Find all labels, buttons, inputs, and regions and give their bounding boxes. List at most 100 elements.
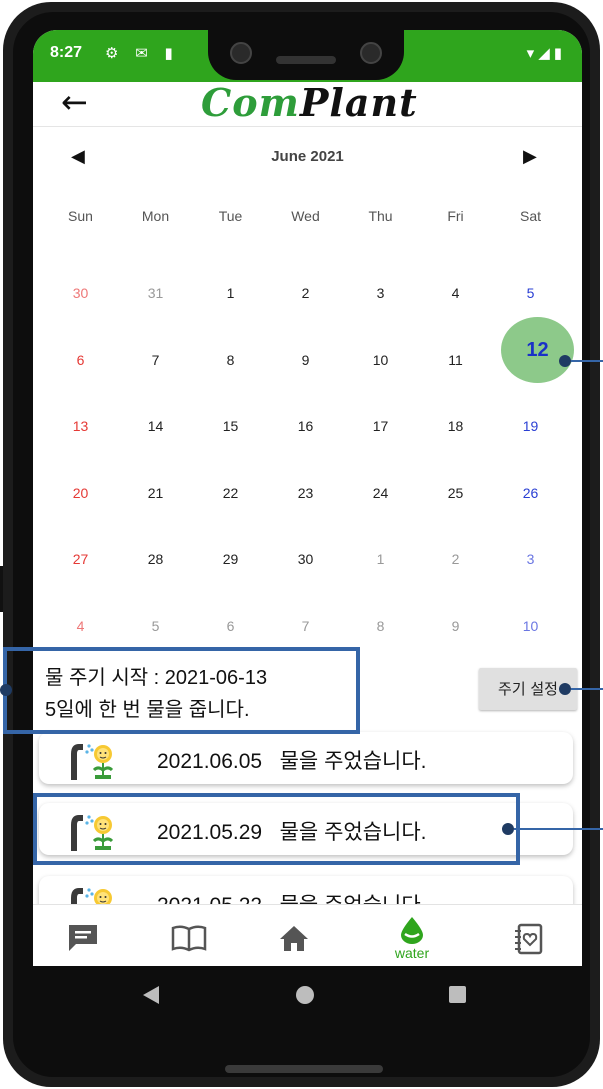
bottom-speaker (225, 1065, 383, 1073)
calendar-header: ◀ June 2021 ▶ (33, 142, 582, 178)
calendar-day-number: 30 (72, 285, 89, 301)
nav-book[interactable] (159, 923, 219, 953)
calendar-day[interactable]: 1 (343, 521, 418, 587)
calendar-day-number: 6 (76, 351, 85, 368)
calendar-day[interactable]: 30 (43, 255, 118, 321)
calendar-day[interactable]: 22 (193, 455, 268, 521)
system-recents-icon[interactable] (449, 986, 466, 1003)
nav-diary[interactable] (499, 923, 559, 955)
calendar-day-number: 6 (226, 617, 235, 634)
system-back-icon[interactable] (143, 986, 159, 1004)
calendar-day[interactable]: 18 (418, 388, 493, 454)
calendar-day[interactable]: 29 (193, 521, 268, 587)
calendar-day-number: 31 (147, 285, 164, 301)
calendar-day[interactable]: 3 (493, 521, 568, 587)
calendar-day-number: 8 (226, 351, 235, 368)
calendar-day[interactable]: 19 (493, 388, 568, 454)
calendar-day-number: 3 (376, 285, 385, 301)
calendar-day-number: 5 (151, 617, 160, 634)
calendar-day-number: 29 (222, 551, 239, 567)
calendar-day[interactable]: 16 (268, 388, 343, 454)
calendar-day[interactable]: 4 (43, 588, 118, 654)
weekday-label: Tue (218, 208, 243, 224)
watering-log-item[interactable]: 2021.06.05 물을 주었습니다. (39, 732, 573, 784)
nav-chat[interactable] (53, 923, 113, 953)
calendar-day[interactable]: 8 (343, 588, 418, 654)
callout-pin (559, 355, 571, 367)
calendar-day[interactable]: 15 (193, 388, 268, 454)
calendar-day[interactable]: 10 (493, 588, 568, 654)
calendar-day-number: 11 (448, 351, 463, 368)
calendar-day-number: 30 (297, 551, 314, 567)
calendar-day-number: 10 (522, 617, 539, 634)
calendar-day[interactable]: 5 (493, 255, 568, 321)
calendar-day-number: 23 (297, 484, 314, 501)
calendar-day[interactable]: 21 (118, 455, 193, 521)
calendar-day[interactable]: 31 (118, 255, 193, 321)
calendar-day-number: 4 (76, 617, 85, 634)
water-drop-icon (401, 917, 423, 944)
calendar-day-number: 21 (147, 484, 164, 501)
system-home-icon[interactable] (296, 986, 314, 1004)
weekday-label: Mon (141, 208, 170, 224)
weekday-label: Thu (368, 208, 393, 224)
calendar-day[interactable]: 7 (268, 588, 343, 654)
status-icons-right: ▾◢▮ (526, 44, 566, 62)
calendar-day-number: 14 (147, 418, 164, 434)
calendar-day-number: 22 (222, 484, 239, 501)
nav-water-label: water (394, 945, 430, 961)
calendar-day[interactable]: 24 (343, 455, 418, 521)
calendar-day[interactable]: 6 (193, 588, 268, 654)
calendar-day-number: 10 (372, 351, 389, 368)
calendar-day-number: 8 (376, 617, 385, 634)
calendar-day[interactable]: 28 (118, 521, 193, 587)
nav-home[interactable] (264, 923, 324, 953)
calendar-day[interactable]: 11 (418, 322, 493, 388)
calendar-day[interactable]: 25 (418, 455, 493, 521)
calendar-day[interactable]: 30 (268, 521, 343, 587)
system-navigation-bar (33, 966, 582, 1026)
calendar-day[interactable]: 4 (418, 255, 493, 321)
weekday-label: Sat (519, 208, 541, 224)
calendar-day-number: 2 (301, 285, 310, 301)
calendar-day[interactable]: 20 (43, 455, 118, 521)
calendar-day[interactable]: 2 (268, 255, 343, 321)
calendar-day[interactable]: 14 (118, 388, 193, 454)
calendar-day-number: 24 (372, 484, 389, 501)
calendar-day[interactable]: 1 (193, 255, 268, 321)
calendar-day-number: 2 (451, 551, 460, 567)
calendar-day-grid: 30 31 1 2 3 4 5 6 7 8 9 10 11 12 13 14 15 16 17 18 19 20 21 22 2… (43, 255, 574, 654)
calendar-day[interactable]: 9 (418, 588, 493, 654)
calendar-day[interactable]: 2 (418, 521, 493, 587)
calendar-day[interactable]: 10 (343, 322, 418, 388)
calendar-day-number: 17 (372, 418, 389, 434)
watering-flower-icon (71, 744, 114, 780)
calendar-day[interactable]: 27 (43, 521, 118, 587)
calendar-day[interactable]: 6 (43, 322, 118, 388)
calendar-day-number: 13 (72, 418, 89, 434)
callout-pin (0, 684, 12, 696)
calendar-day-number: 4 (451, 285, 460, 301)
status-time: 8:27 (50, 44, 83, 61)
calendar-month-label: June 2021 (271, 148, 344, 165)
front-camera-left (230, 42, 252, 64)
nav-water[interactable]: water (382, 915, 442, 961)
callout-line (571, 688, 603, 690)
calendar-day[interactable]: 13 (43, 388, 118, 454)
calendar-day[interactable]: 23 (268, 455, 343, 521)
calendar-day-selected[interactable]: 12 (493, 316, 574, 388)
calendar-day-number: 7 (301, 617, 310, 634)
calendar-day[interactable]: 7 (118, 322, 193, 388)
calendar-day[interactable]: 17 (343, 388, 418, 454)
calendar-day[interactable]: 26 (493, 455, 568, 521)
calendar-day[interactable]: 3 (343, 255, 418, 321)
calendar-day[interactable]: 9 (268, 322, 343, 388)
callout-line (514, 828, 603, 830)
home-icon (280, 926, 308, 951)
calendar-day[interactable]: 8 (193, 322, 268, 388)
calendar-day-number: 28 (147, 551, 164, 567)
next-month-icon[interactable]: ▶ (523, 146, 537, 167)
calendar-day-number: 16 (297, 418, 314, 434)
back-arrow-icon[interactable]: ← (61, 84, 88, 120)
calendar-day[interactable]: 5 (118, 588, 193, 654)
